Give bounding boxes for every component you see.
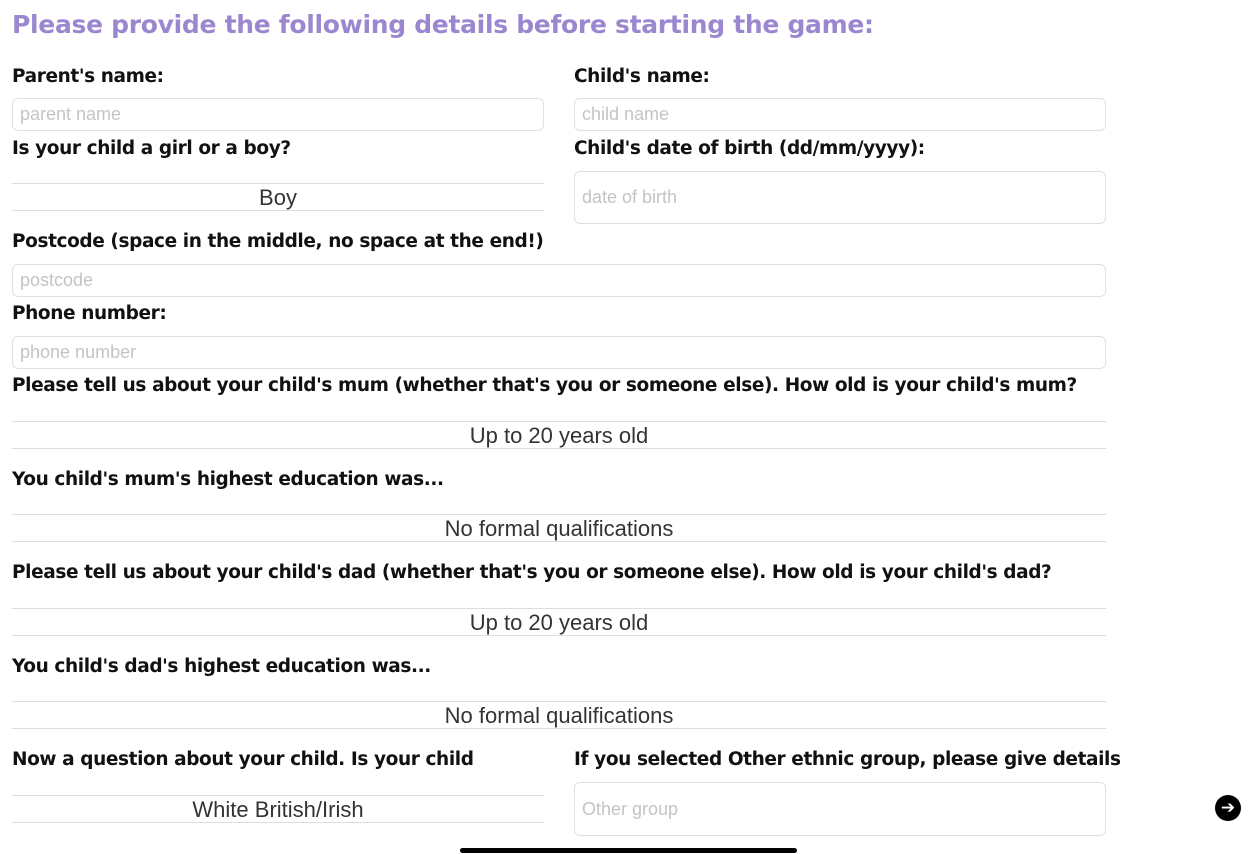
phone-input[interactable]	[12, 336, 1106, 369]
ethnicity-label: Now a question about your child. Is your…	[12, 749, 474, 770]
home-indicator[interactable]	[460, 848, 797, 853]
page-title: Please provide the following details bef…	[12, 10, 874, 39]
mum-education-picker[interactable]: No formal qualifications	[12, 514, 1106, 542]
child-name-label: Child's name:	[574, 66, 710, 87]
phone-label: Phone number:	[12, 303, 167, 324]
dad-education-picker[interactable]: No formal qualifications	[12, 701, 1106, 729]
dad-age-label: Please tell us about your child's dad (w…	[12, 562, 1052, 583]
arrow-right-icon: ➔	[1220, 798, 1236, 818]
gender-label: Is your child a girl or a boy?	[12, 138, 291, 159]
other-group-label: If you selected Other ethnic group, plea…	[574, 749, 1121, 770]
dob-input[interactable]	[574, 171, 1106, 224]
dad-age-picker[interactable]: Up to 20 years old	[12, 608, 1106, 636]
mum-age-label: Please tell us about your child's mum (w…	[12, 375, 1077, 396]
child-name-input[interactable]	[574, 98, 1106, 131]
parent-name-label: Parent's name:	[12, 66, 164, 87]
ethnicity-picker[interactable]: White British/Irish	[12, 795, 544, 823]
next-button[interactable]: ➔	[1215, 795, 1241, 821]
mum-age-picker[interactable]: Up to 20 years old	[12, 421, 1106, 449]
other-group-input[interactable]	[574, 782, 1106, 836]
postcode-label: Postcode (space in the middle, no space …	[12, 231, 544, 252]
mum-education-label: You child's mum's highest education was.…	[12, 469, 444, 490]
postcode-input[interactable]	[12, 264, 1106, 297]
parent-name-input[interactable]	[12, 98, 544, 131]
dob-label: Child's date of birth (dd/mm/yyyy):	[574, 138, 925, 159]
gender-picker[interactable]: Boy	[12, 183, 544, 211]
dad-education-label: You child's dad's highest education was.…	[12, 656, 431, 677]
